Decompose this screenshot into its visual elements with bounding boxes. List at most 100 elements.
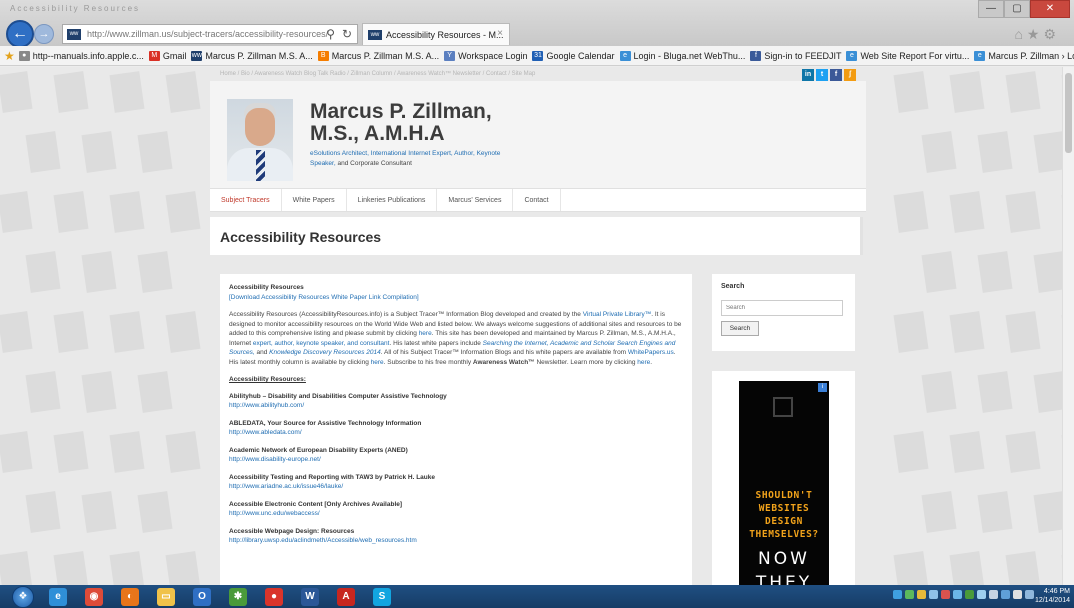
favorite-item[interactable]: eMarcus P. Zillman › Log In <box>974 50 1074 61</box>
address-url[interactable]: http://www.zillman.us/subject-tracers/ac… <box>87 29 328 39</box>
tab-close-icon[interactable]: × <box>497 28 503 39</box>
resource-link[interactable]: http://www.unc.edu/webaccess/ <box>229 509 683 518</box>
favorite-label: Marcus P. Zillman M.S. A... <box>331 50 440 61</box>
favorite-item[interactable]: ● http--manuals.info.apple.c... <box>18 50 144 61</box>
background-tile <box>109 311 145 353</box>
refresh-icon[interactable]: ↻ <box>342 27 352 41</box>
favorite-item[interactable]: 31 Google Calendar <box>532 50 615 61</box>
site-name[interactable]: Marcus P. Zillman, <box>310 101 492 122</box>
menu-white-papers[interactable]: White Papers <box>282 189 347 211</box>
system-clock[interactable]: 4:46 PM 12/14/2014 <box>1035 587 1070 605</box>
background-tile <box>921 371 957 413</box>
background-tile <box>1005 191 1041 233</box>
taskbar-app-word[interactable]: W <box>296 586 324 608</box>
taskbar-app-skype[interactable]: S <box>368 586 396 608</box>
site-credentials[interactable]: M.S., A.M.H.A <box>310 123 445 144</box>
learn-more-here-link[interactable]: here <box>637 359 650 366</box>
vpl-link[interactable]: Virtual Private Library™ <box>583 311 652 318</box>
resource-link[interactable]: http://www.ariadne.ac.uk/issue46/lauke/ <box>229 482 683 491</box>
start-button[interactable]: ❖ <box>12 585 34 608</box>
column-here-link[interactable]: here <box>371 359 384 366</box>
favorite-item[interactable]: e Login - Bluga.net WebThu... <box>619 50 745 61</box>
taskbar-app-app-red[interactable]: ● <box>260 586 288 608</box>
whitepapers-us-link[interactable]: WhitePapers.us <box>628 349 674 356</box>
social-link-icon[interactable]: t <box>816 69 828 81</box>
background-tile <box>165 191 201 233</box>
background-tile <box>1005 551 1041 585</box>
advertisement[interactable]: i SHOULDN'T WEBSITES DESIGN THEMSELVES? … <box>739 381 829 585</box>
knowledge-discovery-link[interactable]: Knowledge Discovery Resources 2014 <box>269 349 381 356</box>
address-bar[interactable]: ww http://www.zillman.us/subject-tracers… <box>62 24 358 44</box>
tab-title[interactable]: Accessibility Resources - M... <box>386 30 504 40</box>
resource-name: Accessible Electronic Content [Only Arch… <box>229 501 403 508</box>
taskbar-app-app-gear[interactable]: ✱ <box>224 586 252 608</box>
forward-button[interactable]: → <box>34 24 54 44</box>
search-button[interactable]: Search <box>721 321 759 336</box>
favorite-item[interactable]: ww Marcus P. Zillman M.S. A... <box>191 50 313 61</box>
resource-link[interactable]: http://library.uwsp.edu/aclindmeth/Acces… <box>229 536 683 545</box>
page-title: Accessibility Resources <box>220 229 382 245</box>
taskbar-app-chrome[interactable]: ◉ <box>80 586 108 608</box>
taskbar-app-firefox[interactable]: ◐ <box>116 586 144 608</box>
social-link-icon[interactable]: f <box>830 69 842 81</box>
taskbar-app-outlook[interactable]: O <box>188 586 216 608</box>
background-tile <box>949 431 985 473</box>
site-icon: ww <box>67 29 81 40</box>
favorite-item[interactable]: Y Workspace Login <box>444 50 527 61</box>
submit-here-link[interactable]: here <box>419 330 432 337</box>
maximize-button[interactable]: ▢ <box>1004 0 1030 18</box>
home-favorites-tools-icons[interactable]: ⌂★⚙ <box>1014 26 1060 43</box>
resource-item: Abilityhub – Disability and Disabilities… <box>229 392 683 410</box>
skype-icon: S <box>373 587 391 606</box>
explorer-icon: ▭ <box>157 587 175 606</box>
system-tray[interactable] <box>893 590 1034 599</box>
minimize-button[interactable]: — <box>978 0 1004 18</box>
word-icon: W <box>301 587 319 606</box>
favorites-star-icon[interactable]: ★ <box>4 49 15 63</box>
expert-links[interactable]: expert, author, keynote speaker, and con… <box>253 340 390 347</box>
menu-marcus-services[interactable]: Marcus' Services <box>437 189 514 211</box>
menu-linkeries-publications[interactable]: Linkeries Publications <box>347 189 438 211</box>
resource-link[interactable]: http://www.abilityhub.com/ <box>229 401 683 410</box>
resource-link[interactable]: http://www.disability-europe.net/ <box>229 455 683 464</box>
favorite-icon: B <box>317 50 329 61</box>
scrollbar-thumb[interactable] <box>1065 73 1072 153</box>
browser-tab[interactable]: ww Accessibility Resources - M... × <box>362 23 510 45</box>
menu-subject-tracers[interactable]: Subject Tracers <box>210 189 282 211</box>
menu-contact[interactable]: Contact <box>513 189 561 211</box>
site-container: Home / Bio / Awareness Watch Blog Talk R… <box>210 67 866 585</box>
ad-widget: i SHOULDN'T WEBSITES DESIGN THEMSELVES? … <box>712 371 855 585</box>
favorite-icon: e <box>619 50 631 61</box>
favorite-item[interactable]: f Sign-in to FEEDJIT <box>750 50 841 61</box>
favorite-item[interactable]: M Gmail <box>148 50 186 61</box>
taskbar-app-ie[interactable]: e <box>44 586 72 608</box>
outlook-icon: O <box>193 587 211 606</box>
resource-link[interactable]: http://www.abledata.com/ <box>229 428 683 437</box>
background-tile <box>109 431 145 473</box>
favorite-item[interactable]: e Web Site Report For virtu... <box>846 50 970 61</box>
favorite-icon: ww <box>191 50 203 61</box>
download-link[interactable]: [Download Accessibility Resources White … <box>229 293 683 302</box>
ad-info-icon[interactable]: i <box>818 383 827 392</box>
vertical-scrollbar[interactable] <box>1062 67 1074 585</box>
resource-name: ABLEDATA, Your Source for Assistive Tech… <box>229 420 422 427</box>
favorite-label: Web Site Report For virtu... <box>860 50 970 61</box>
background-tile <box>25 131 61 173</box>
background-tile <box>53 191 89 233</box>
social-links: in t f ʃ <box>802 69 856 81</box>
resource-item: ABLEDATA, Your Source for Assistive Tech… <box>229 419 683 437</box>
background-tile <box>921 251 957 293</box>
main-content: Accessibility Resources [Download Access… <box>220 274 692 585</box>
social-link-icon[interactable]: in <box>802 69 814 81</box>
top-navigation[interactable]: Home / Bio / Awareness Watch Blog Talk R… <box>210 67 866 81</box>
social-link-icon[interactable]: ʃ <box>844 69 856 81</box>
close-button[interactable]: ✕ <box>1030 0 1070 18</box>
search-input[interactable] <box>721 300 843 316</box>
ad-logo-icon <box>773 397 793 417</box>
favorite-item[interactable]: B Marcus P. Zillman M.S. A... <box>317 50 440 61</box>
taskbar-app-acrobat[interactable]: A <box>332 586 360 608</box>
search-icon[interactable]: ⚲ <box>326 27 335 41</box>
back-button[interactable]: ← <box>6 20 34 48</box>
taskbar-app-explorer[interactable]: ▭ <box>152 586 180 608</box>
page-title-box: Accessibility Resources <box>210 217 863 255</box>
